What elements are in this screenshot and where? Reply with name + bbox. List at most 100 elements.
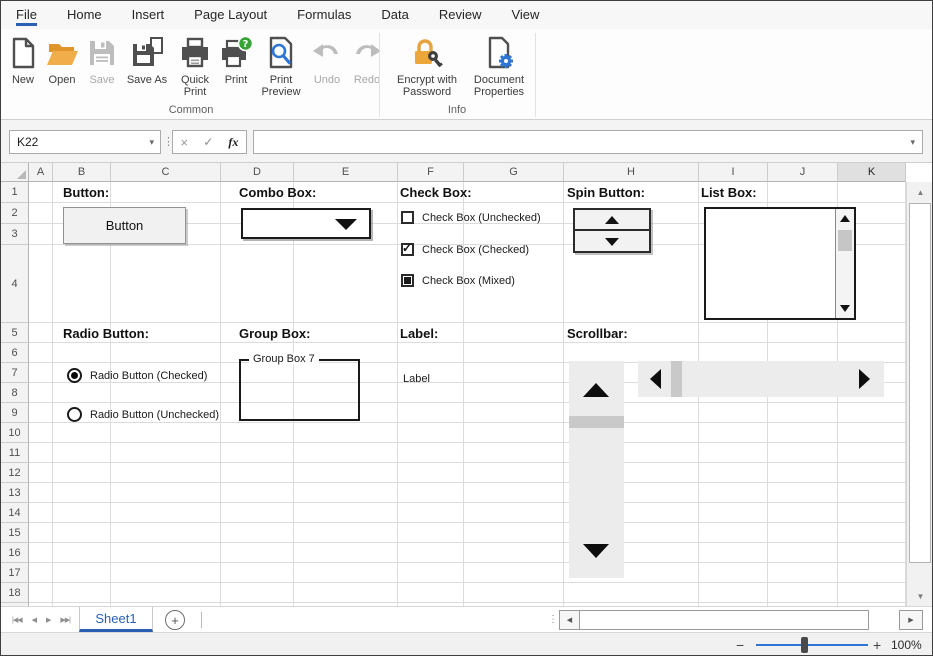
sheet-tab-sheet1[interactable]: Sheet1: [79, 607, 153, 632]
zoom-slider-thumb[interactable]: [801, 637, 808, 653]
row-header-10[interactable]: 10: [1, 423, 29, 443]
select-all-corner[interactable]: [1, 163, 29, 182]
row-header-7[interactable]: 7: [1, 363, 29, 383]
print-preview-button[interactable]: Print Preview: [255, 31, 307, 98]
insert-function-icon[interactable]: fx: [228, 135, 238, 150]
sheet-scroll-right-button[interactable]: ▶: [899, 610, 923, 630]
row-header-11[interactable]: 11: [1, 443, 29, 463]
row-header-12[interactable]: 12: [1, 463, 29, 483]
formula-input[interactable]: ▾: [253, 130, 923, 154]
checkbox-icon[interactable]: [401, 274, 414, 287]
column-header-D[interactable]: D: [221, 163, 294, 182]
column-header-H[interactable]: H: [564, 163, 699, 182]
scroll-right-icon[interactable]: [859, 369, 870, 389]
column-header-C[interactable]: C: [111, 163, 221, 182]
undo-button[interactable]: Undo: [307, 31, 347, 86]
sheet-horizontal-scrollbar[interactable]: ◀: [559, 610, 869, 630]
checkbox-mixed[interactable]: Check Box (Mixed): [401, 274, 515, 287]
encrypt-with-password-button[interactable]: Encrypt with Password: [387, 31, 467, 98]
quick-print-button[interactable]: Quick Print: [173, 31, 217, 98]
list-box-scrollbar[interactable]: [835, 209, 854, 318]
column-header-A[interactable]: A: [29, 163, 53, 182]
embedded-spin-button[interactable]: [573, 208, 651, 253]
column-header-E[interactable]: E: [294, 163, 398, 182]
spin-down-button[interactable]: [575, 232, 649, 252]
column-header-F[interactable]: F: [398, 163, 464, 182]
column-header-I[interactable]: I: [699, 163, 768, 182]
sheet-scroll-down-button[interactable]: ▼: [907, 586, 933, 606]
row-header-16[interactable]: 16: [1, 543, 29, 563]
row-header-9[interactable]: 9: [1, 403, 29, 423]
row-header-13[interactable]: 13: [1, 483, 29, 503]
name-box-dropdown-icon[interactable]: ▾: [149, 131, 154, 153]
radio-checked[interactable]: Radio Button (Checked): [67, 368, 207, 383]
row-header-4[interactable]: 4: [1, 245, 29, 323]
scroll-up-icon[interactable]: [583, 383, 609, 397]
scroll-left-icon[interactable]: [650, 369, 661, 389]
zoom-in-button[interactable]: +: [873, 633, 881, 656]
sheet-scroll-up-button[interactable]: ▲: [907, 182, 933, 202]
menu-data[interactable]: Data: [366, 1, 423, 29]
list-scroll-down-icon[interactable]: [840, 305, 850, 312]
embedded-list-box[interactable]: [704, 207, 856, 320]
cancel-icon[interactable]: ×: [181, 135, 189, 150]
next-sheet-icon[interactable]: ▶: [41, 616, 55, 624]
enter-icon[interactable]: ✓: [203, 135, 213, 149]
prev-sheet-icon[interactable]: ◀: [27, 616, 41, 624]
print-button[interactable]: ? Print: [217, 31, 255, 86]
menu-view[interactable]: View: [496, 1, 554, 29]
row-header-1[interactable]: 1: [1, 182, 29, 203]
row-header-6[interactable]: 6: [1, 343, 29, 363]
redo-button[interactable]: Redo: [347, 31, 387, 86]
checkbox-icon[interactable]: [401, 211, 414, 224]
save-as-button[interactable]: Save As: [121, 31, 173, 86]
zoom-slider[interactable]: [756, 644, 868, 646]
new-button[interactable]: New: [5, 31, 41, 86]
vertical-scroll-thumb[interactable]: [569, 416, 624, 428]
row-header-14[interactable]: 14: [1, 503, 29, 523]
list-scroll-up-icon[interactable]: [840, 215, 850, 222]
horizontal-scroll-thumb[interactable]: [671, 361, 682, 397]
checkbox-unchecked[interactable]: Check Box (Unchecked): [401, 211, 541, 224]
embedded-vertical-scrollbar[interactable]: [569, 361, 624, 578]
name-box[interactable]: K22 ▾: [9, 130, 161, 154]
menu-page-layout[interactable]: Page Layout: [179, 1, 282, 29]
menu-formulas[interactable]: Formulas: [282, 1, 366, 29]
add-sheet-button[interactable]: +: [165, 610, 185, 630]
open-button[interactable]: Open: [41, 31, 83, 86]
row-header-17[interactable]: 17: [1, 563, 29, 583]
last-sheet-icon[interactable]: ▶▶|: [55, 616, 75, 624]
embedded-button[interactable]: Button: [63, 207, 186, 244]
row-header-15[interactable]: 15: [1, 523, 29, 543]
menu-review[interactable]: Review: [424, 1, 497, 29]
column-header-B[interactable]: B: [53, 163, 111, 182]
scroll-down-icon[interactable]: [583, 544, 609, 558]
row-header-8[interactable]: 8: [1, 383, 29, 403]
column-header-K[interactable]: K: [838, 163, 906, 182]
row-header-3[interactable]: 3: [1, 224, 29, 245]
embedded-horizontal-scrollbar[interactable]: [638, 361, 884, 397]
menu-file[interactable]: File: [1, 1, 52, 29]
radio-icon[interactable]: [67, 407, 82, 422]
sheet-vertical-thumb[interactable]: [909, 203, 931, 563]
row-header-18[interactable]: 18: [1, 583, 29, 603]
first-sheet-icon[interactable]: |◀◀: [7, 616, 27, 624]
save-button[interactable]: Save: [83, 31, 121, 86]
checkbox-icon[interactable]: [401, 243, 414, 256]
list-scroll-thumb[interactable]: [838, 230, 852, 251]
sheet-scroll-left-button[interactable]: ◀: [560, 611, 580, 629]
zoom-out-button[interactable]: −: [736, 633, 744, 656]
menu-insert[interactable]: Insert: [117, 1, 180, 29]
menu-home[interactable]: Home: [52, 1, 117, 29]
column-header-J[interactable]: J: [768, 163, 838, 182]
checkbox-checked[interactable]: Check Box (Checked): [401, 243, 529, 256]
embedded-combo-box[interactable]: [241, 208, 371, 239]
combo-dropdown-icon[interactable]: [335, 219, 357, 230]
document-properties-button[interactable]: Document Properties: [467, 31, 531, 98]
worksheet-grid[interactable]: ABCDEFGHIJK12345678910111213141516171819…: [1, 163, 933, 606]
column-header-G[interactable]: G: [464, 163, 564, 182]
spin-up-button[interactable]: [575, 210, 649, 230]
formula-expand-icon[interactable]: ▾: [910, 131, 915, 153]
tab-scrollbar-handle[interactable]: ⋮: [548, 607, 558, 632]
row-header-5[interactable]: 5: [1, 323, 29, 343]
